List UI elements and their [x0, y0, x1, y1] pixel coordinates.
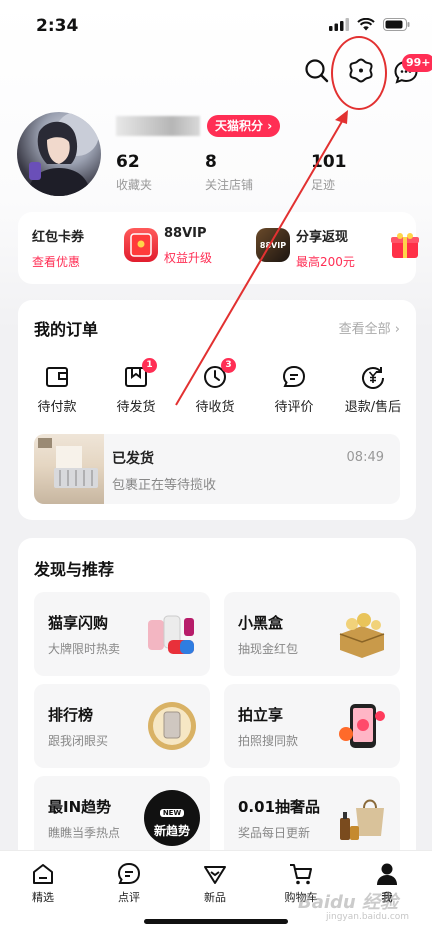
profile-page: 2:34 99+ 天猫积分 › 62 收藏夹 8 关注店铺 101 足迹 红包卡… — [0, 0, 432, 934]
annotation-arrow — [175, 110, 348, 406]
